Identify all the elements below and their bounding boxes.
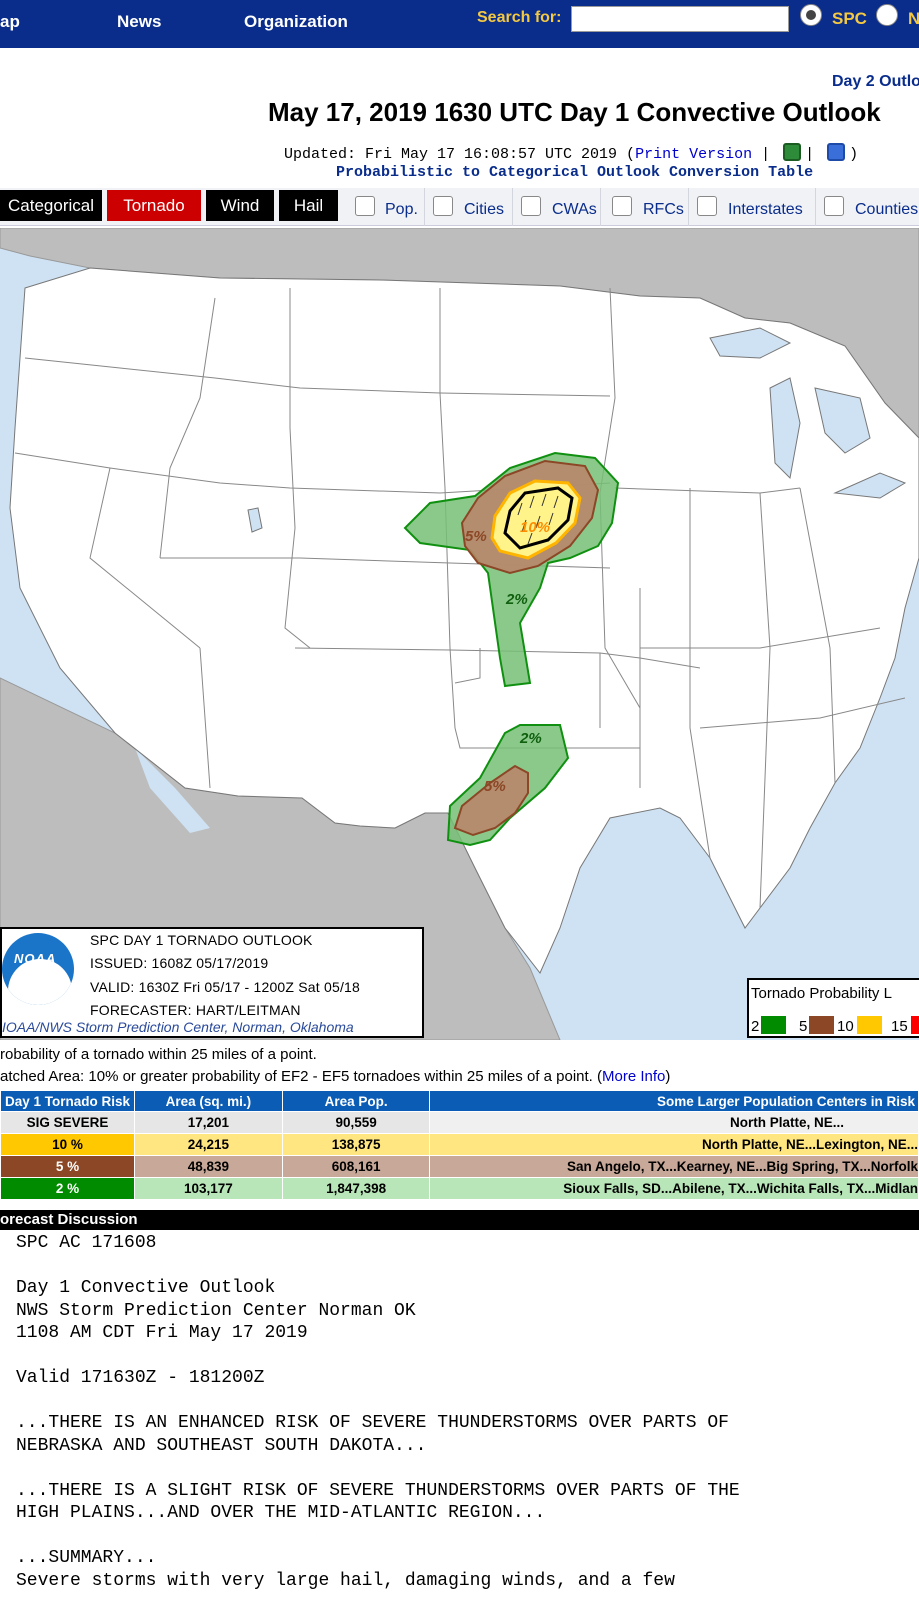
checkbox-cities[interactable] — [433, 196, 453, 216]
table-header-row: Day 1 Tornado Risk Area (sq. mi.) Area P… — [0, 1090, 919, 1112]
info-title: SPC DAY 1 TORNADO OUTLOOK — [90, 932, 313, 948]
legend-title: Tornado Probability L — [751, 985, 892, 1002]
checkbox-counties[interactable] — [824, 196, 844, 216]
legend-label-10: 10 — [837, 1018, 854, 1035]
top-nav-bar: ap News Organization Search for: SPC N — [0, 0, 919, 48]
noaa-logo-text: NOAA — [14, 951, 57, 966]
nav-link-organization[interactable]: Organization — [244, 12, 348, 32]
checkbox-pop-label: Pop. — [385, 201, 418, 218]
label-10pct: 10% — [520, 519, 550, 536]
info-footer: IOAA/NWS Storm Prediction Center, Norman… — [2, 1019, 354, 1035]
checkbox-pop[interactable] — [355, 196, 375, 216]
outlook-info-box: NOAA SPC DAY 1 TORNADO OUTLOOK ISSUED: 1… — [0, 927, 424, 1038]
print-version-link[interactable]: Print Version — [635, 146, 752, 163]
day2-outlook-link[interactable]: Day 2 Outlo — [832, 73, 919, 91]
checkbox-cities-label: Cities — [464, 201, 505, 218]
info-valid: VALID: 1630Z Fri 05/17 - 1200Z Sat 05/18 — [90, 979, 361, 995]
table-row: SIG SEVERE 17,201 90,559 North Platte, N… — [0, 1111, 919, 1134]
more-info-link[interactable]: More Info — [602, 1068, 665, 1085]
tab-wind[interactable]: Wind — [206, 190, 274, 221]
checkbox-rfcs[interactable] — [612, 196, 632, 216]
legend-swatch-15 — [911, 1016, 919, 1034]
shapefile-icon[interactable] — [827, 143, 846, 161]
table-row: 5 % 48,839 608,161 San Angelo, TX...Kear… — [0, 1155, 919, 1178]
outlook-tabs: Categorical Tornado Wind Hail Pop. Citie… — [0, 188, 919, 226]
search-label: Search for: — [477, 9, 562, 26]
label-5pct-south: 5% — [484, 778, 506, 795]
search-input[interactable] — [571, 6, 789, 32]
legend-label-2: 2 — [751, 1018, 760, 1035]
header-risk: Day 1 Tornado Risk — [0, 1090, 135, 1112]
checkbox-interstates-label: Interstates — [728, 201, 803, 218]
tornado-outlook-map: 10% 5% 2% 2% 5% — [0, 228, 919, 1040]
map-svg: 10% 5% 2% 2% 5% — [0, 228, 919, 1040]
note-probability: robability of a tornado within 25 miles … — [0, 1046, 317, 1063]
radio-spc-label: SPC — [832, 9, 867, 28]
header-area: Area (sq. mi.) — [133, 1090, 283, 1112]
tab-categorical[interactable]: Categorical — [0, 190, 102, 221]
note-hatched-area: atched Area: 10% or greater probability … — [0, 1068, 671, 1085]
tornado-risk-table: Day 1 Tornado Risk Area (sq. mi.) Area P… — [0, 1090, 919, 1200]
probability-legend: Tornado Probability L 2 5 10 15 — [747, 978, 919, 1038]
conversion-table-link[interactable]: Probabilistic to Categorical Outlook Con… — [336, 164, 813, 181]
checkbox-rfcs-label: RFCs — [643, 201, 684, 218]
legend-swatch-2 — [761, 1016, 786, 1034]
label-2pct-north: 2% — [505, 591, 528, 608]
forecast-discussion-text: SPC AC 171608 Day 1 Convective Outlook N… — [16, 1233, 740, 1591]
label-2pct-south: 2% — [519, 730, 542, 747]
tab-tornado[interactable]: Tornado — [107, 190, 201, 221]
updated-line: Updated: Fri May 17 16:08:57 UTC 2019 (P… — [284, 143, 858, 163]
header-pop: Area Pop. — [281, 1090, 431, 1112]
header-centers: Some Larger Population Centers in Risk — [429, 1090, 919, 1112]
info-issued: ISSUED: 1608Z 05/17/2019 — [90, 955, 269, 971]
info-forecaster: FORECASTER: HART/LEITMAN — [90, 1002, 301, 1018]
legend-swatch-10 — [857, 1016, 882, 1034]
radio-noaa[interactable] — [876, 4, 898, 26]
checkbox-cwas[interactable] — [521, 196, 541, 216]
label-5pct-north: 5% — [465, 528, 487, 545]
page-title: May 17, 2019 1630 UTC Day 1 Convective O… — [268, 97, 881, 127]
radio-spc[interactable] — [800, 4, 822, 26]
tab-hail[interactable]: Hail — [279, 190, 338, 221]
legend-label-15: 15 — [891, 1018, 908, 1035]
checkbox-interstates[interactable] — [697, 196, 717, 216]
legend-label-5: 5 — [799, 1018, 808, 1035]
checkbox-counties-label: Counties — [855, 201, 919, 218]
radio-noaa-label: N — [908, 9, 919, 28]
forecast-discussion-header: orecast Discussion — [0, 1210, 919, 1230]
nav-link-map[interactable]: ap — [0, 12, 20, 32]
noaa-logo: NOAA — [2, 933, 74, 1005]
legend-swatch-5 — [809, 1016, 834, 1034]
checkbox-cwas-label: CWAs — [552, 201, 597, 218]
nav-link-news[interactable]: News — [117, 12, 161, 32]
updated-text: Updated: Fri May 17 16:08:57 UTC 2019 ( — [284, 146, 636, 163]
table-row: 10 % 24,215 138,875 North Platte, NE...L… — [0, 1133, 919, 1156]
table-row: 2 % 103,177 1,847,398 Sioux Falls, SD...… — [0, 1177, 919, 1200]
kml-icon[interactable] — [783, 143, 802, 161]
